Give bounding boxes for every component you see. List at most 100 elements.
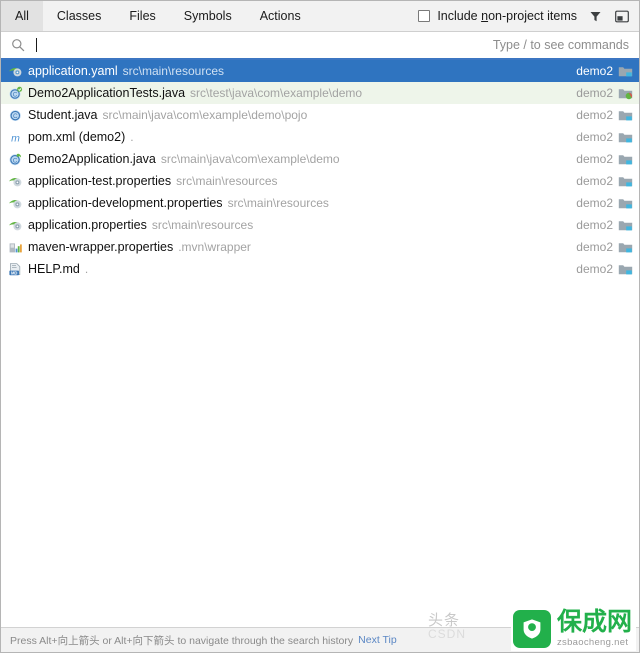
result-module-area: demo2	[576, 64, 636, 79]
module-folder-icon	[618, 130, 633, 145]
zsbaocheng-watermark-badge: 保成网 zsbaocheng.net	[510, 607, 636, 651]
module-folder-icon	[618, 262, 633, 277]
result-module-area: demo2	[576, 130, 636, 145]
maven-pom-icon: m	[7, 129, 23, 145]
result-path: src\main\resources	[151, 218, 254, 232]
result-row-application-development-properties[interactable]: application-development.properties src\m…	[1, 192, 639, 214]
result-path: src\main\java\com\example\demo\pojo	[102, 108, 308, 122]
result-module: demo2	[576, 152, 613, 166]
result-name: HELP.md	[28, 262, 80, 276]
properties-file-icon	[7, 217, 23, 233]
result-module-area: demo2	[576, 196, 636, 211]
tab-all[interactable]: All	[1, 1, 43, 31]
include-non-project-items-label: Include non-project items	[437, 9, 577, 23]
spring-boot-class-icon: C	[7, 151, 23, 167]
result-module: demo2	[576, 130, 613, 144]
tab-actions[interactable]: Actions	[246, 1, 315, 31]
result-path: src\main\java\com\example\demo	[160, 152, 340, 166]
markdown-file-icon: MD	[7, 261, 23, 277]
result-path: .	[130, 130, 134, 144]
maven-wrapper-icon	[7, 239, 23, 255]
java-test-class-icon: C	[7, 85, 23, 101]
search-everywhere-dialog: All Classes Files Symbols Actions Includ…	[0, 0, 640, 653]
result-row-help-md[interactable]: MD HELP.md . demo2	[1, 258, 639, 280]
result-path: src\test\java\com\example\demo	[190, 86, 363, 100]
result-row-application-properties[interactable]: application.properties src\main\resource…	[1, 214, 639, 236]
search-row[interactable]: Type / to see commands	[1, 32, 639, 60]
search-commands-hint: Type / to see commands	[492, 38, 629, 52]
result-module: demo2	[576, 174, 613, 188]
module-folder-icon	[618, 152, 633, 167]
svg-text:C: C	[12, 91, 17, 98]
result-path: .	[84, 262, 89, 276]
tab-actions-label: Actions	[259, 9, 301, 23]
preview-panel-icon[interactable]	[613, 7, 631, 25]
result-row-application-test-properties[interactable]: application-test.properties src\main\res…	[1, 170, 639, 192]
result-name: Demo2Application.java	[28, 152, 156, 166]
result-module-area: demo2	[576, 240, 636, 255]
search-icon	[11, 38, 25, 52]
svg-text:MD: MD	[10, 270, 17, 275]
result-row-maven-wrapper-properties[interactable]: maven-wrapper.properties .mvn\wrapper de…	[1, 236, 639, 258]
result-path: src\main\resources	[227, 196, 329, 210]
result-module: demo2	[576, 86, 613, 100]
status-tip-text: Press Alt+向上箭头 or Alt+向下箭头 to navigate t…	[10, 634, 354, 647]
result-row-application-yaml[interactable]: application.yaml src\main\resources demo…	[1, 60, 639, 82]
result-path: src\main\resources	[176, 174, 278, 188]
java-class-icon: C	[7, 107, 23, 123]
next-tip-link[interactable]: Next Tip	[358, 634, 397, 646]
properties-file-icon	[7, 195, 23, 211]
shield-icon	[512, 610, 551, 648]
tab-classes-label: Classes	[56, 9, 102, 23]
filter-icon[interactable]	[586, 7, 604, 25]
tab-files-label: Files	[129, 9, 156, 23]
module-folder-icon	[618, 174, 633, 189]
result-row-demo2applicationtests-java[interactable]: C Demo2ApplicationTests.java src\test\ja…	[1, 82, 639, 104]
result-module: demo2	[576, 64, 613, 78]
result-row-student-java[interactable]: C Student.java src\main\java\com\example…	[1, 104, 639, 126]
result-module-area: demo2	[576, 262, 636, 277]
result-path: src\main\resources	[122, 64, 225, 78]
svg-text:C: C	[12, 157, 17, 164]
module-folder-icon	[618, 108, 633, 123]
tab-files[interactable]: Files	[115, 1, 169, 31]
module-folder-icon	[618, 218, 633, 233]
result-module-area: demo2	[576, 108, 636, 123]
tab-symbols[interactable]: Symbols	[170, 1, 246, 31]
result-name: Demo2ApplicationTests.java	[28, 86, 186, 100]
result-module-area: demo2	[576, 86, 636, 101]
result-name: application-test.properties	[28, 174, 172, 188]
result-module-area: demo2	[576, 152, 636, 167]
tab-symbols-label: Symbols	[183, 9, 232, 23]
result-name: application-development.properties	[28, 196, 223, 210]
results-list[interactable]: application.yaml src\main\resources demo…	[1, 60, 639, 627]
text-caret	[36, 38, 37, 52]
module-test-folder-icon	[618, 86, 633, 101]
result-module-area: demo2	[576, 218, 636, 233]
result-row-demo2application-java[interactable]: C Demo2Application.java src\main\java\co…	[1, 148, 639, 170]
result-module: demo2	[576, 218, 613, 232]
include-non-project-items-checkbox[interactable]: Include non-project items	[418, 9, 577, 23]
result-name: application.yaml	[28, 64, 118, 78]
result-module: demo2	[576, 240, 613, 254]
result-name: pom.xml (demo2)	[28, 130, 126, 144]
result-name: application.properties	[28, 218, 147, 232]
properties-file-icon	[7, 173, 23, 189]
checkbox-box[interactable]	[418, 10, 431, 22]
result-module: demo2	[576, 196, 613, 210]
svg-text:m: m	[11, 132, 20, 144]
watermark-brand-en: zsbaocheng.net	[556, 637, 629, 649]
module-folder-icon	[618, 196, 633, 211]
result-name: Student.java	[28, 108, 98, 122]
yaml-file-icon	[7, 63, 23, 79]
tab-bar: All Classes Files Symbols Actions Includ…	[1, 1, 639, 32]
module-folder-icon	[618, 64, 633, 79]
watermark-text: 保成网 zsbaocheng.net	[557, 610, 632, 648]
tab-classes[interactable]: Classes	[43, 1, 115, 31]
tab-all-label: All	[15, 9, 29, 23]
result-module-area: demo2	[576, 174, 636, 189]
module-folder-icon	[618, 240, 633, 255]
result-row-pom-xml[interactable]: m pom.xml (demo2) . demo2	[1, 126, 639, 148]
tab-bar-right-controls: Include non-project items	[418, 1, 639, 31]
result-module: demo2	[576, 108, 613, 122]
